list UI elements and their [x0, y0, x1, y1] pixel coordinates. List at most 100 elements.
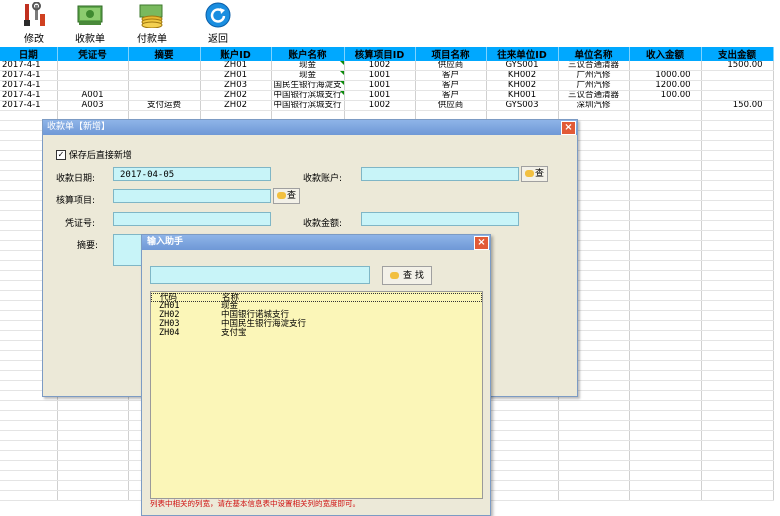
table-cell[interactable]	[486, 480, 559, 491]
column-header[interactable]: 摘要	[128, 47, 201, 61]
table-cell[interactable]: 客户	[415, 70, 487, 81]
column-header[interactable]: 收入金额	[629, 47, 702, 61]
table-cell[interactable]	[558, 430, 630, 441]
table-cell[interactable]	[486, 410, 559, 421]
table-cell[interactable]: 三议合通清器	[558, 61, 630, 71]
table-cell[interactable]	[629, 400, 702, 411]
table-cell[interactable]	[701, 320, 774, 331]
date-field[interactable]: 2017-04-05	[113, 167, 271, 181]
table-cell[interactable]	[701, 310, 774, 321]
voucher-field[interactable]	[113, 212, 271, 226]
table-cell[interactable]	[629, 270, 702, 281]
table-cell[interactable]	[629, 420, 702, 431]
table-cell[interactable]	[0, 470, 58, 481]
table-cell[interactable]	[701, 460, 774, 471]
table-cell[interactable]	[629, 260, 702, 271]
table-cell[interactable]: GYS001	[486, 61, 559, 71]
table-cell[interactable]	[629, 430, 702, 441]
table-cell[interactable]	[629, 180, 702, 191]
table-cell[interactable]	[701, 80, 774, 91]
list-item[interactable]: ZH04 支付宝	[151, 329, 482, 338]
table-cell[interactable]	[629, 210, 702, 221]
table-cell[interactable]	[629, 120, 702, 131]
table-cell[interactable]: 2017-4-1	[0, 100, 58, 111]
table-cell[interactable]	[629, 150, 702, 161]
table-cell[interactable]	[629, 460, 702, 471]
table-cell[interactable]: 1001	[344, 90, 416, 101]
table-cell[interactable]	[701, 230, 774, 241]
table-cell[interactable]	[57, 480, 129, 491]
table-cell[interactable]	[701, 360, 774, 371]
table-cell[interactable]	[486, 430, 559, 441]
table-cell[interactable]	[0, 410, 58, 421]
table-cell[interactable]: 2017-4-1	[0, 61, 58, 71]
table-cell[interactable]: 客户	[415, 80, 487, 91]
table-cell[interactable]	[57, 430, 129, 441]
table-cell[interactable]	[486, 420, 559, 431]
table-cell[interactable]	[558, 410, 630, 421]
table-cell[interactable]	[701, 420, 774, 431]
table-cell[interactable]	[701, 390, 774, 401]
table-cell[interactable]	[486, 440, 559, 451]
table-cell[interactable]	[558, 400, 630, 411]
table-row[interactable]: 2017-4-1 ZH01 现金 1001 客户 KH002 广州汽修 1000.00	[0, 70, 774, 81]
table-cell[interactable]	[629, 130, 702, 141]
table-cell[interactable]	[701, 440, 774, 451]
table-row[interactable]: 2017-4-1 ZH01 现金 1002 供应商 GYS001 三议合通清器 1500.00	[0, 61, 774, 71]
table-cell[interactable]	[701, 330, 774, 341]
table-cell[interactable]	[558, 490, 630, 501]
table-cell[interactable]	[57, 450, 129, 461]
table-cell[interactable]	[701, 170, 774, 181]
table-cell[interactable]	[701, 260, 774, 271]
column-header[interactable]: 凭证号	[57, 47, 129, 61]
receipt-button[interactable]: 收款单	[64, 2, 116, 45]
table-cell[interactable]	[629, 330, 702, 341]
column-header[interactable]: 核算项目ID	[344, 47, 416, 61]
table-cell[interactable]	[629, 290, 702, 301]
table-cell[interactable]	[701, 150, 774, 161]
table-cell[interactable]	[558, 440, 630, 451]
table-cell[interactable]	[629, 360, 702, 371]
table-cell[interactable]	[629, 280, 702, 291]
column-header[interactable]: 日期	[0, 47, 58, 61]
table-cell[interactable]: KH002	[486, 70, 559, 81]
account-field[interactable]	[361, 167, 519, 181]
column-header[interactable]: 项目名称	[415, 47, 487, 61]
table-cell[interactable]	[629, 370, 702, 381]
table-cell[interactable]	[701, 130, 774, 141]
table-cell[interactable]: ZH01	[200, 61, 272, 71]
table-cell[interactable]	[701, 70, 774, 81]
table-cell[interactable]	[629, 350, 702, 361]
table-cell[interactable]	[57, 470, 129, 481]
table-cell[interactable]	[57, 420, 129, 431]
table-cell[interactable]	[701, 300, 774, 311]
table-cell[interactable]	[701, 110, 774, 121]
column-header[interactable]: 账户ID	[200, 47, 272, 61]
table-cell[interactable]	[629, 470, 702, 481]
table-cell[interactable]	[0, 440, 58, 451]
table-cell[interactable]	[0, 450, 58, 461]
checkbox-icon[interactable]: ✓	[56, 149, 66, 160]
helper-search-input[interactable]	[150, 266, 370, 284]
table-cell[interactable]: 国民生银行海淀支	[271, 80, 345, 91]
table-cell[interactable]: ZH01	[200, 70, 272, 81]
table-cell[interactable]	[128, 61, 201, 71]
account-lookup-button[interactable]: 查	[521, 166, 548, 182]
table-cell[interactable]: 2017-4-1	[0, 80, 58, 91]
list-item[interactable]: ZH01 现金	[151, 302, 482, 311]
table-cell[interactable]	[701, 350, 774, 361]
table-cell[interactable]	[629, 61, 702, 71]
helper-search-button[interactable]: 查 找	[382, 266, 432, 285]
table-cell[interactable]	[128, 70, 201, 81]
table-row[interactable]: 2017-4-1 ZH03 国民生银行海淀支 1001 客户 KH002 广州汽修 1200.…	[0, 80, 774, 91]
table-cell[interactable]	[57, 410, 129, 421]
table-cell[interactable]	[701, 470, 774, 481]
table-cell[interactable]	[629, 450, 702, 461]
table-cell[interactable]	[0, 460, 58, 471]
table-cell[interactable]	[629, 490, 702, 501]
table-cell[interactable]: 客户	[415, 90, 487, 101]
table-cell[interactable]: 现金	[271, 70, 345, 81]
table-cell[interactable]: 广州汽修	[558, 70, 630, 81]
table-cell[interactable]: 1000.00	[629, 70, 702, 81]
table-cell[interactable]	[701, 430, 774, 441]
